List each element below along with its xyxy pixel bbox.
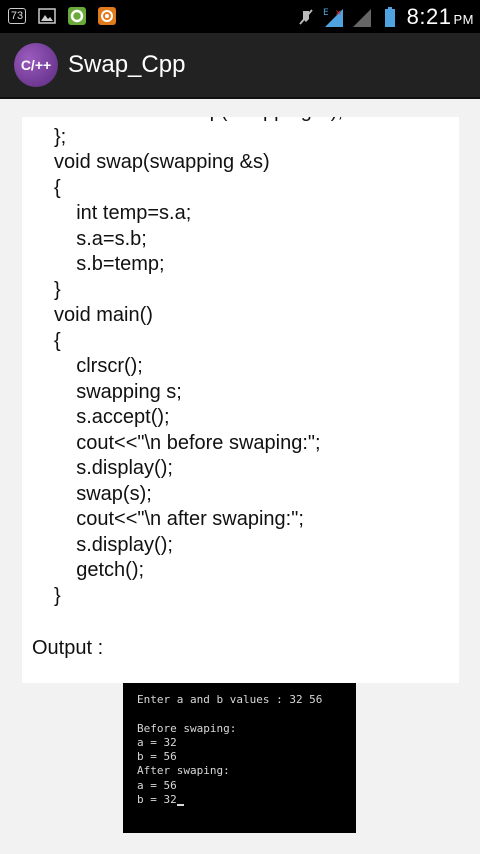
app-title: Swap_Cpp bbox=[68, 51, 186, 78]
code-line: s.b=temp; bbox=[54, 253, 165, 275]
orange-app-icon[interactable] bbox=[96, 5, 118, 27]
code-line: } bbox=[54, 584, 61, 607]
code-line: s.display(); bbox=[54, 457, 173, 479]
code-line: void swap(swapping &s) bbox=[54, 151, 270, 173]
code-line: swap(s); bbox=[54, 482, 152, 505]
code-line: cout<<"\n before swaping:"; bbox=[54, 431, 321, 454]
notification-count: 73 bbox=[7, 8, 27, 24]
svg-text:E: E bbox=[323, 8, 329, 18]
app-logo-text: C/++ bbox=[20, 57, 52, 73]
code-line: int temp=s.a; bbox=[54, 202, 192, 224]
clock: 8:21 PM bbox=[406, 4, 474, 29]
code-line: void main() bbox=[54, 304, 153, 326]
mute-icon bbox=[295, 6, 317, 28]
circle-app-icon[interactable] bbox=[66, 5, 88, 27]
battery-icon bbox=[379, 6, 401, 28]
action-bar: C/++ Swap_Cpp bbox=[0, 33, 480, 99]
code-line: s.accept(); bbox=[54, 406, 170, 428]
code-line: { bbox=[54, 329, 61, 352]
data-4g-icon: E × bbox=[323, 6, 345, 28]
image-icon[interactable] bbox=[36, 5, 58, 27]
console-output-image: Enter a and b values : 32 56 Before swapi… bbox=[123, 683, 356, 833]
console-line: Enter a and b values : 32 56 bbox=[137, 693, 323, 706]
output-label: Output : bbox=[32, 637, 104, 659]
code-line: }; bbox=[54, 125, 67, 148]
code-line: swapping s; bbox=[54, 380, 182, 403]
console-line: b = 32 bbox=[137, 793, 184, 806]
console-line: a = 32 bbox=[137, 736, 177, 749]
code-line: clrscr(); bbox=[54, 355, 143, 377]
code-line: cout<<"\n after swaping:"; bbox=[54, 508, 304, 530]
code-line: } bbox=[54, 278, 61, 301]
status-bar: 73 E × 8:21 PM bbox=[0, 0, 480, 33]
code-line: s.display(); bbox=[54, 533, 173, 556]
console-cursor bbox=[176, 794, 184, 806]
console-line: Before swaping: bbox=[137, 722, 237, 735]
code-line: getch(); bbox=[54, 559, 145, 581]
notification-count-icon[interactable]: 73 bbox=[6, 5, 28, 27]
code-line: s.a=s.b; bbox=[54, 227, 147, 250]
code-line: friend void swap(swapping &); bbox=[22, 117, 459, 125]
app-logo-icon[interactable]: C/++ bbox=[14, 43, 58, 87]
signal-icon bbox=[351, 6, 373, 28]
console-line: After swaping: bbox=[137, 764, 230, 777]
console-line: a = 56 bbox=[137, 779, 177, 792]
svg-text:×: × bbox=[335, 8, 342, 17]
console-line: b = 56 bbox=[137, 750, 177, 763]
code-panel[interactable]: friend void swap(swapping &);}; void swap… bbox=[22, 117, 459, 683]
code-line: { bbox=[54, 176, 61, 199]
code-block: friend void swap(swapping &);}; void swap… bbox=[22, 117, 459, 609]
